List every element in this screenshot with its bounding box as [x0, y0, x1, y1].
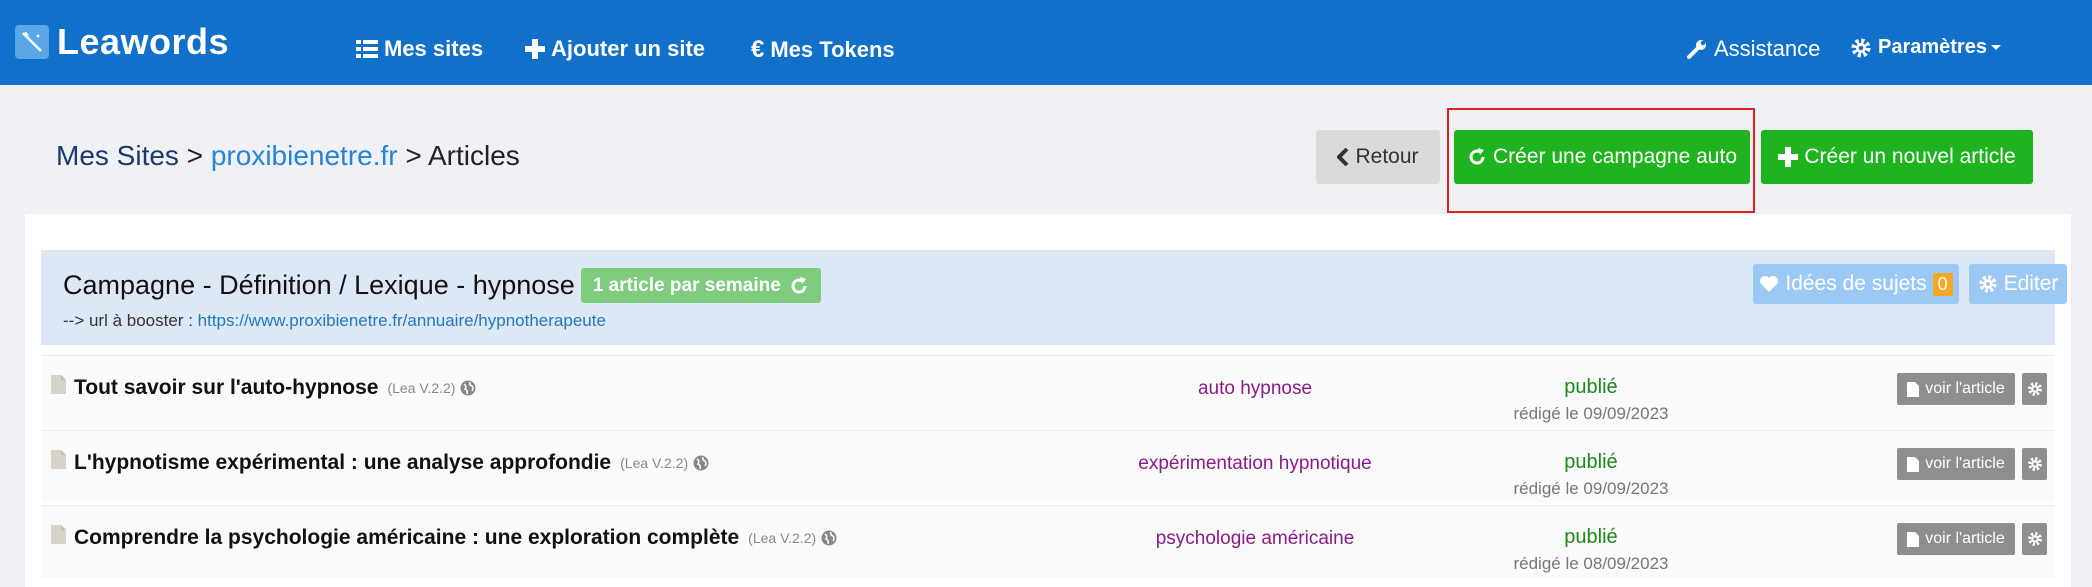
nav-parametres-label: Paramètres [1878, 36, 1987, 58]
ideas-count-badge: 0 [1932, 272, 1953, 296]
campaign-url-line: --> url à booster : https://www.proxibie… [63, 311, 606, 331]
wrench-icon [1687, 40, 1706, 59]
view-article-label: voir l'article [1925, 530, 2005, 547]
article-title[interactable]: L'hypnotisme expérimental : une analyse … [74, 451, 611, 475]
article-title[interactable]: Comprendre la psychologie américaine : u… [74, 526, 739, 550]
create-article-button[interactable]: Créer un nouvel article [1761, 130, 2033, 184]
article-status: publié [1564, 451, 1618, 473]
article-title-row: L'hypnotisme expérimental : une analyse … [74, 451, 709, 475]
breadcrumb-current: Articles [428, 140, 520, 171]
nav-ajouter-site-label: Ajouter un site [551, 36, 706, 61]
brand-logo-icon [15, 25, 49, 59]
document-icon [51, 375, 66, 394]
table-row: L'hypnotisme expérimental : une analyse … [41, 430, 2055, 503]
refresh-icon [791, 276, 807, 293]
campaign-title: Campagne - Définition / Lexique - hypnos… [63, 270, 575, 300]
heart-icon [1760, 276, 1779, 292]
table-row: Tout savoir sur l'auto-hypnose (Lea V.2.… [41, 355, 2055, 428]
table-row: Comprendre la psychologie américaine : u… [41, 505, 2055, 578]
breadcrumb-mes-sites[interactable]: Mes Sites [56, 140, 179, 171]
breadcrumb: Mes Sites > proxibienetre.fr > Articles [56, 140, 520, 172]
highlight-box [1447, 108, 1755, 213]
article-settings-button[interactable] [2022, 523, 2047, 555]
globe-icon [821, 530, 837, 546]
view-article-button[interactable]: voir l'article [1897, 448, 2015, 480]
back-button[interactable]: Retour [1316, 130, 1440, 184]
brand[interactable]: Leawords [15, 21, 230, 62]
article-date: rédigé le 09/09/2023 [1513, 404, 1669, 423]
article-version: (Lea V.2.2) [387, 380, 456, 396]
ideas-button[interactable]: Idées de sujets 0 [1753, 264, 1959, 304]
view-article-label: voir l'article [1925, 380, 2005, 397]
article-settings-button[interactable] [2022, 448, 2047, 480]
article-keyword: psychologie américaine [1155, 528, 1355, 549]
gear-icon [2027, 532, 2042, 546]
article-title-row: Tout savoir sur l'auto-hypnose (Lea V.2.… [74, 376, 476, 400]
article-version: (Lea V.2.2) [748, 530, 817, 546]
plus-icon [1778, 147, 1799, 167]
article-status: publié [1564, 526, 1618, 548]
document-icon [1907, 531, 1920, 547]
campaign-header: Campagne - Définition / Lexique - hypnos… [41, 250, 2067, 345]
campaign-title-row: Campagne - Définition / Lexique - hypnos… [63, 268, 821, 303]
article-title[interactable]: Tout savoir sur l'auto-hypnose [74, 376, 378, 400]
campaign-url-link[interactable]: https://www.proxibienetre.fr/annuaire/hy… [198, 311, 606, 330]
article-title-row: Comprendre la psychologie américaine : u… [74, 526, 837, 550]
edit-campaign-button[interactable]: Editer [1969, 264, 2067, 304]
nav-assistance[interactable]: Assistance [1686, 36, 1820, 62]
euro-icon: € [751, 36, 765, 63]
view-article-button[interactable]: voir l'article [1897, 373, 2015, 405]
create-article-label: Créer un nouvel article [1804, 145, 2016, 168]
edit-label: Editer [2003, 272, 2059, 295]
plus-icon [525, 39, 545, 59]
nav-mes-tokens-label: Mes Tokens [770, 37, 895, 62]
caret-down-icon [1990, 44, 2001, 50]
article-status: publié [1564, 376, 1618, 398]
document-icon [51, 525, 66, 544]
gear-icon [1978, 275, 1997, 293]
frequency-label: 1 article par semaine [592, 274, 781, 296]
article-keyword: auto hypnose [1197, 378, 1313, 399]
article-settings-button[interactable] [2022, 373, 2047, 405]
view-article-button[interactable]: voir l'article [1897, 523, 2015, 555]
top-navbar: Leawords Mes sites Ajouter un site € Mes… [0, 0, 2092, 85]
list-icon [356, 40, 378, 58]
globe-icon [460, 380, 476, 396]
ideas-label: Idées de sujets [1785, 272, 1927, 295]
nav-ajouter-site[interactable]: Ajouter un site [525, 36, 705, 62]
document-icon [51, 450, 66, 469]
brand-name: Leawords [57, 21, 230, 62]
article-date: rédigé le 08/09/2023 [1513, 554, 1669, 573]
gear-icon [2027, 457, 2042, 471]
nav-parametres[interactable]: Paramètres [1850, 36, 2008, 59]
article-version: (Lea V.2.2) [620, 455, 689, 471]
nav-assistance-label: Assistance [1714, 36, 1821, 61]
frequency-badge[interactable]: 1 article par semaine [580, 268, 821, 303]
document-icon [1907, 456, 1920, 472]
document-icon [1907, 381, 1920, 397]
article-keyword: expérimentation hypnotique [1138, 453, 1372, 474]
globe-icon [693, 455, 709, 471]
nav-mes-sites-label: Mes sites [384, 36, 484, 61]
back-button-label: Retour [1355, 145, 1419, 168]
nav-mes-sites[interactable]: Mes sites [356, 36, 483, 62]
chevron-left-icon [1337, 148, 1349, 166]
gear-icon [2027, 382, 2042, 396]
campaign-url-prefix: --> url à booster : [63, 311, 193, 330]
breadcrumb-separator: > [186, 140, 204, 171]
article-date: rédigé le 09/09/2023 [1513, 479, 1669, 498]
view-article-label: voir l'article [1925, 455, 2005, 472]
nav-mes-tokens[interactable]: € Mes Tokens [751, 36, 895, 64]
gear-icon [1851, 38, 1871, 57]
breadcrumb-site-link[interactable]: proxibienetre.fr [211, 140, 398, 171]
breadcrumb-separator: > [405, 140, 422, 171]
